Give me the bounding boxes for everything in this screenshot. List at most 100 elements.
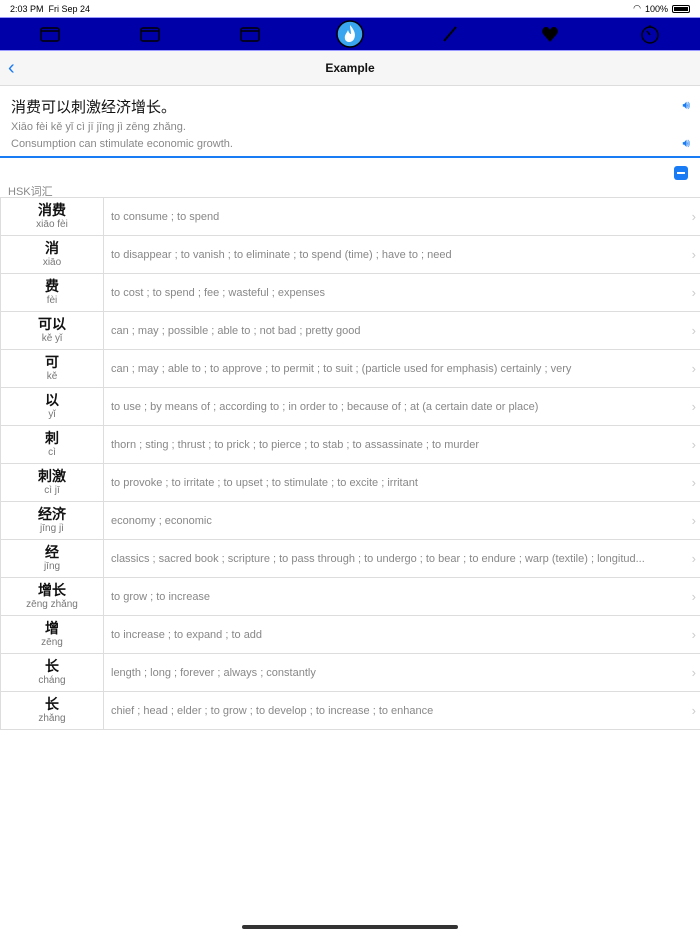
table-row[interactable]: 消 xiāo to disappear ; to vanish ; to elimi… <box>0 235 700 274</box>
word-pinyin: yǐ <box>48 409 56 420</box>
folder-icon <box>40 27 60 42</box>
chevron-right-icon: › <box>691 475 696 490</box>
folder-icon <box>140 27 160 42</box>
word-pinyin: zēng zhǎng <box>26 599 78 610</box>
word-hanzi: 长 <box>45 696 59 712</box>
example-hanzi: 消费可以刺激经济增长。 <box>11 99 177 116</box>
battery-percent: 100% <box>644 3 668 14</box>
chevron-right-icon: › <box>691 703 696 718</box>
word-definition: to increase ; to expand ; to add <box>111 628 263 641</box>
word-pinyin: cì <box>48 447 56 458</box>
table-row[interactable]: 消费 xiāo fèi to consume ; to spend › <box>0 197 700 236</box>
speaker-icon[interactable]: 🔊︎ <box>682 136 690 151</box>
table-row[interactable]: 增长 zēng zhǎng to grow ; to increase › <box>0 577 700 616</box>
word-cell: 可以 kě yǐ <box>0 312 104 349</box>
word-hanzi: 可以 <box>38 316 66 332</box>
example-english: Consumption can stimulate economic growt… <box>11 138 233 150</box>
word-pinyin: jīng jì <box>40 523 64 534</box>
word-cell: 长 cháng <box>0 654 104 691</box>
word-hanzi: 刺 <box>45 430 59 446</box>
speaker-icon[interactable]: 🔊︎ <box>682 98 690 113</box>
chevron-right-icon: › <box>691 209 696 224</box>
word-definition: thorn ; sting ; thrust ; to prick ; to p… <box>111 438 480 451</box>
word-hanzi: 长 <box>45 658 59 674</box>
word-pinyin: xiāo <box>42 257 62 268</box>
table-row[interactable]: 费 fèi to cost ; to spend ; fee ; wasteful … <box>0 273 700 312</box>
wifi-icon: ◠ <box>633 3 641 13</box>
word-hanzi: 刺激 <box>38 468 66 484</box>
table-row[interactable]: 可 kě can ; may ; able to ; to approve ; to… <box>0 349 700 388</box>
section-header: HSK词汇 <box>0 158 700 198</box>
table-row[interactable]: 刺 cì thorn ; sting ; thrust ; to prick ; t… <box>0 425 700 464</box>
word-cell: 刺激 cì jī <box>0 464 104 501</box>
word-definition: economy ; economic <box>111 514 212 527</box>
word-cell: 增 zēng <box>0 616 104 653</box>
flame-button[interactable] <box>300 18 400 50</box>
word-definition: to grow ; to increase <box>111 590 211 603</box>
example-pinyin: Xiāo fèi kě yǐ cì jī jīng jì zēng zhǎng. <box>11 121 186 133</box>
word-pinyin: kě <box>46 371 58 382</box>
example-sentence: 消费可以刺激经济增长。 Xiāo fèi kě yǐ cì jī jīng jì… <box>0 86 700 158</box>
table-row[interactable]: 刺激 cì jī to provoke ; to irritate ; to ups… <box>0 463 700 502</box>
back-button[interactable]: ‹ <box>8 57 15 80</box>
word-cell: 长 zhǎng <box>0 692 104 729</box>
table-row[interactable]: 长 cháng length ; long ; forever ; always ;… <box>0 653 700 692</box>
chevron-right-icon: › <box>691 513 696 528</box>
word-pinyin: cháng <box>38 675 66 686</box>
timer-icon <box>641 25 659 44</box>
chevron-right-icon: › <box>691 285 696 300</box>
status-date: Fri Sep 24 <box>48 3 91 14</box>
word-hanzi: 经 <box>45 544 59 560</box>
word-hanzi: 可 <box>45 354 59 370</box>
chevron-right-icon: › <box>691 627 696 642</box>
minus-icon <box>677 172 685 174</box>
table-row[interactable]: 增 zēng to increase ; to expand ; to add › <box>0 615 700 654</box>
table-row[interactable]: 经 jīng classics ; sacred book ; scripture … <box>0 539 700 578</box>
heart-icon <box>542 27 558 42</box>
word-pinyin: kě yǐ <box>41 333 63 344</box>
word-hanzi: 经济 <box>38 506 66 522</box>
folder-icon <box>240 27 260 42</box>
word-pinyin: xiāo fèi <box>36 219 68 230</box>
table-row[interactable]: 长 zhǎng chief ; head ; elder ; to grow ; t… <box>0 691 700 730</box>
table-row[interactable]: 以 yǐ to use ; by means of ; according to ;… <box>0 387 700 426</box>
word-definition: can ; may ; possible ; able to ; not bad… <box>111 324 361 337</box>
pencil-button[interactable] <box>400 18 500 50</box>
word-hanzi: 消费 <box>38 202 66 218</box>
word-cell: 可 kě <box>0 350 104 387</box>
word-pinyin: zēng <box>41 637 63 648</box>
word-cell: 消 xiāo <box>0 236 104 273</box>
collapse-button[interactable] <box>674 166 688 180</box>
word-cell: 经济 jīng jì <box>0 502 104 539</box>
timer-button[interactable] <box>600 18 700 50</box>
folder-button-3[interactable] <box>200 18 300 50</box>
word-pinyin: zhǎng <box>38 713 66 724</box>
table-row[interactable]: 经济 jīng jì economy ; economic › <box>0 501 700 540</box>
page-title: Example <box>325 61 375 75</box>
status-bar: 2:03 PM Fri Sep 24 ◠ 100% <box>0 0 700 17</box>
home-indicator[interactable] <box>242 925 458 929</box>
word-definition: to provoke ; to irritate ; to upset ; to… <box>111 476 418 489</box>
chevron-right-icon: › <box>691 323 696 338</box>
word-definition: can ; may ; able to ; to approve ; to pe… <box>111 362 572 375</box>
battery-icon <box>672 4 690 13</box>
chevron-right-icon: › <box>691 247 696 262</box>
pencil-icon <box>443 26 457 42</box>
flame-icon <box>336 20 364 48</box>
table-row[interactable]: 可以 kě yǐ can ; may ; possible ; able to ; … <box>0 311 700 350</box>
word-hanzi: 费 <box>45 278 59 294</box>
navigation-bar: ‹ Example <box>0 51 700 86</box>
folder-button-2[interactable] <box>100 18 200 50</box>
chevron-right-icon: › <box>691 665 696 680</box>
chevron-right-icon: › <box>691 399 696 414</box>
top-toolbar <box>0 17 700 51</box>
word-definition: chief ; head ; elder ; to grow ; to deve… <box>111 704 434 717</box>
folder-button-1[interactable] <box>0 18 100 50</box>
word-hanzi: 以 <box>45 392 59 408</box>
word-definition: to consume ; to spend <box>111 210 220 223</box>
heart-button[interactable] <box>500 18 600 50</box>
word-list: 消费 xiāo fèi to consume ; to spend › 消 xiāo to … <box>0 197 700 730</box>
word-cell: 刺 cì <box>0 426 104 463</box>
chevron-right-icon: › <box>691 589 696 604</box>
word-hanzi: 增长 <box>38 582 66 598</box>
